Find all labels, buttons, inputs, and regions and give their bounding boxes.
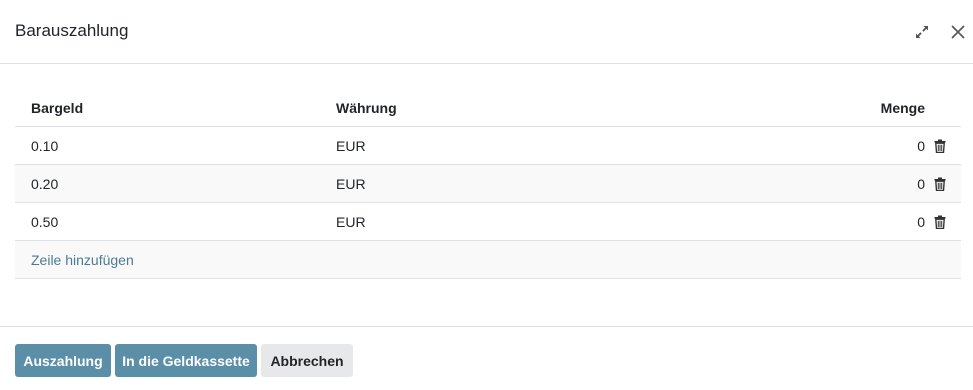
trash-icon[interactable] [933,139,947,153]
auszahlung-button[interactable]: Auszahlung [15,344,111,377]
expand-button[interactable] [906,16,938,48]
trash-icon[interactable] [933,215,947,229]
wahrung-cell: EUR [336,214,366,230]
geldkassette-button[interactable]: In die Geldkassette [115,344,257,377]
menge-cell[interactable]: 0 [917,127,925,165]
menge-cell[interactable]: 0 [917,165,925,203]
cash-table: Bargeld Währung Menge 0.10 EUR 0 0.20 EU… [15,89,961,279]
dialog-title: Barauszahlung [15,21,129,40]
column-header-wahrung: Währung [336,100,397,116]
table-row[interactable]: 0.50 EUR 0 [15,203,961,241]
table-row[interactable]: 0.20 EUR 0 [15,165,961,203]
close-icon [951,25,965,39]
dialog-header: Barauszahlung [0,0,973,64]
bargeld-cell: 0.10 [31,138,59,154]
add-row: Zeile hinzufügen [15,241,961,279]
column-header-menge: Menge [880,100,925,116]
bargeld-cell: 0.50 [31,214,59,230]
abbrechen-button[interactable]: Abbrechen [261,344,353,377]
barauszahlung-dialog: Barauszahlung Bargeld Währung Menge 0.10… [0,0,973,390]
dialog-footer: Auszahlung In die Geldkassette Abbrechen [0,326,973,390]
menge-cell[interactable]: 0 [917,203,925,241]
add-row-link[interactable]: Zeile hinzufügen [31,241,134,279]
wahrung-cell: EUR [336,176,366,192]
table-row[interactable]: 0.10 EUR 0 [15,127,961,165]
close-button[interactable] [942,16,973,48]
trash-icon[interactable] [933,177,947,191]
expand-arrows-icon [916,26,928,38]
table-header-row: Bargeld Währung Menge [15,89,961,127]
column-header-bargeld: Bargeld [31,100,84,116]
wahrung-cell: EUR [336,138,366,154]
bargeld-cell: 0.20 [31,176,59,192]
